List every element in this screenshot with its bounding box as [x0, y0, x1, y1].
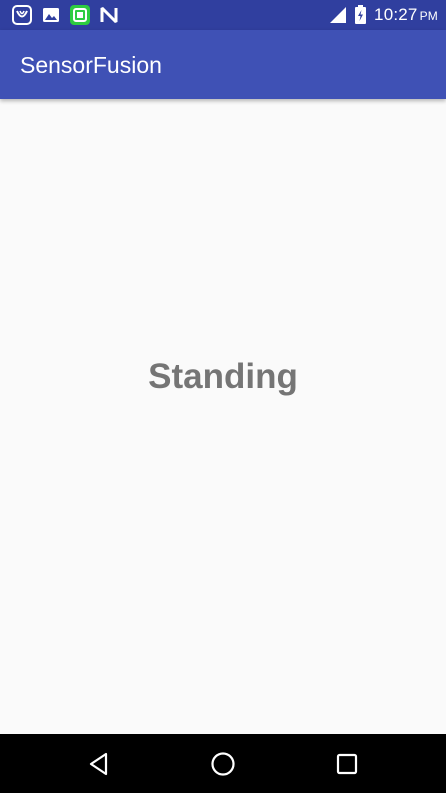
clock-ampm: PM	[419, 9, 438, 23]
saavn-icon	[12, 5, 32, 25]
back-icon[interactable]	[85, 750, 113, 778]
app-bar: SensorFusion	[0, 30, 446, 99]
app-icon	[70, 5, 90, 25]
clock-time: 10:27	[374, 5, 418, 24]
status-indicators: 10:27 PM	[329, 4, 438, 26]
activity-label: Standing	[148, 357, 298, 396]
navigation-bar	[0, 734, 446, 793]
signal-icon	[330, 7, 347, 23]
home-icon[interactable]	[209, 750, 237, 778]
notification-icons	[12, 5, 119, 25]
app-title: SensorFusion	[20, 52, 162, 78]
main-content: Standing	[0, 99, 446, 734]
recents-icon[interactable]	[333, 750, 361, 778]
status-bar: 10:27 PM	[0, 0, 446, 30]
gallery-icon	[43, 8, 59, 22]
n-icon	[100, 6, 118, 24]
status-time: 10:27 PM	[374, 5, 438, 25]
battery-icon	[355, 5, 367, 24]
